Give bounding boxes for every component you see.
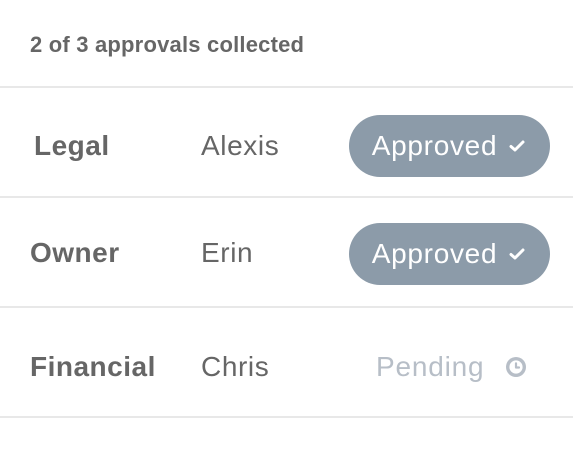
status-label: Pending: [376, 351, 485, 382]
check-icon: [507, 244, 527, 264]
approval-row-financial: Financial Chris Pending: [0, 313, 573, 421]
role-label: Financial: [30, 351, 156, 382]
divider: [0, 86, 573, 88]
approved-status-button[interactable]: Approved: [349, 223, 550, 285]
approver-name: Alexis: [201, 130, 280, 161]
approval-summary: 2 of 3 approvals collected: [30, 32, 305, 57]
status-label: Approved: [371, 130, 498, 161]
clock-icon: [504, 355, 528, 379]
approval-panel: 2 of 3 approvals collected Legal Alexis …: [0, 0, 573, 450]
pending-status: Pending: [376, 313, 528, 421]
approver-name: Chris: [201, 351, 270, 382]
role-label: Legal: [34, 130, 110, 161]
divider: [0, 196, 573, 198]
check-icon: [507, 136, 527, 156]
divider: [0, 416, 573, 418]
role-label: Owner: [30, 237, 120, 268]
status-label: Approved: [371, 238, 498, 269]
approved-status-button[interactable]: Approved: [349, 115, 550, 177]
approver-name: Erin: [201, 237, 254, 268]
approval-row-owner: Owner Erin Approved: [0, 199, 573, 307]
approval-row-legal: Legal Alexis Approved: [0, 92, 573, 200]
divider: [0, 306, 573, 308]
